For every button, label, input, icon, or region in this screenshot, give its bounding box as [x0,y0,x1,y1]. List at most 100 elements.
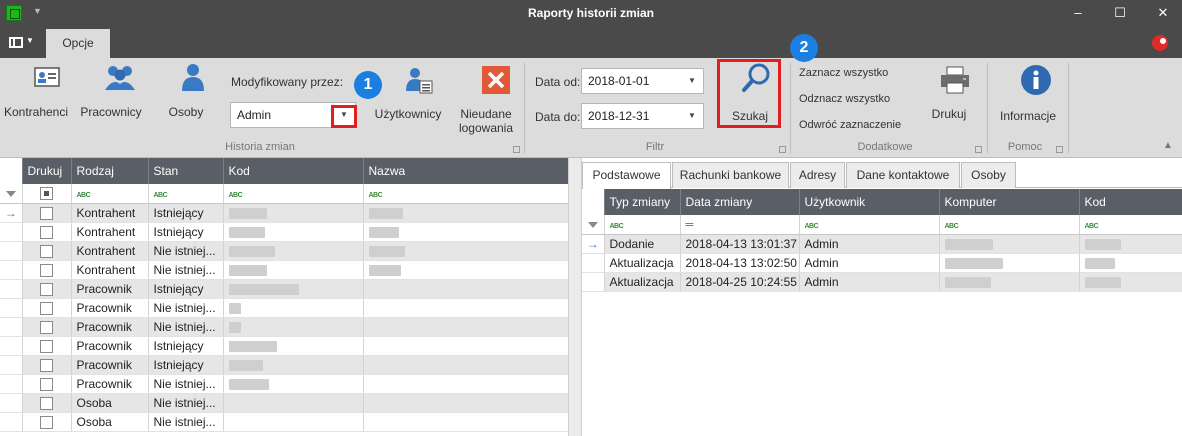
table-row[interactable]: Aktualizacja 2018-04-25 10:24:55 Admin [582,272,1182,292]
table-row[interactable]: Pracownik Istniejący [0,355,569,375]
row-indicator-header [0,158,23,184]
cell-rodzaj: Pracownik [71,336,149,356]
print-checkbox[interactable] [40,377,53,391]
tab-adresy[interactable]: Adresy [790,162,845,188]
osoby-label: Osoby [168,105,204,119]
print-checkbox[interactable] [40,415,53,429]
tab-opcje[interactable]: Opcje [46,29,110,58]
detail-tabs: Podstawowe Rachunki bankowe Adresy Dane … [582,162,1182,189]
left-grid: Drukuj Rodzaj Stan Kod Nazwa ABC ABC ABC… [0,158,569,432]
filter-kod[interactable]: ABC [1079,215,1182,235]
minimize-button[interactable]: – [1068,3,1088,23]
chevron-down-icon[interactable]: ▼ [685,104,699,128]
date-from-input[interactable]: 2018-01-01 ▼ [581,68,704,94]
cell-komputer [939,234,1080,254]
group-launcher-filtr[interactable] [779,146,786,153]
maximize-button[interactable]: ☐ [1110,3,1130,23]
print-checkbox[interactable] [40,244,53,258]
step-badge-2: 2 [790,34,818,62]
filter-nazwa[interactable]: ABC [363,184,569,204]
print-checkbox[interactable] [40,263,53,277]
drukuj-button[interactable]: Drukuj [922,66,976,121]
cell-rodzaj: Pracownik [71,298,149,318]
pracownicy-button[interactable]: Pracownicy [76,62,146,119]
cell-stan: Istniejący [148,222,224,242]
filter-rodzaj[interactable]: ABC [71,184,149,204]
filter-drukuj[interactable] [22,184,72,204]
col-header-drukuj[interactable]: Drukuj [22,158,72,184]
date-from-label: Data od: [535,75,581,89]
cell-kod [223,260,364,280]
col-header-kod[interactable]: Kod [223,158,364,184]
table-row[interactable]: Kontrahent Istniejący [0,222,569,242]
filter-stan[interactable]: ABC [148,184,224,204]
date-to-input[interactable]: 2018-12-31 ▼ [581,103,704,129]
group-label-historia: Historia zmian [225,141,295,153]
col-header-typ-zmiany[interactable]: Typ zmiany [604,189,681,215]
table-row[interactable]: Aktualizacja 2018-04-13 13:02:50 Admin [582,253,1182,273]
print-checkbox[interactable] [40,396,53,410]
uzytkownicy-button[interactable]: Użytkownicy [372,66,444,121]
panel-splitter[interactable] [568,158,582,436]
table-row[interactable]: Pracownik Istniejący [0,279,569,299]
col-header-kod[interactable]: Kod [1079,189,1182,215]
print-checkbox[interactable] [40,320,53,334]
nieudane-logowania-button[interactable]: Nieudane logowania [452,66,520,135]
filter-data[interactable]: ═ [680,215,800,235]
table-row[interactable]: → Kontrahent Istniejący [0,203,569,223]
cell-komputer [939,272,1080,292]
cell-kod [223,203,364,223]
osoby-button[interactable]: Osoby [160,62,212,119]
table-row[interactable]: Pracownik Nie istniej... [0,298,569,318]
table-row[interactable]: Kontrahent Nie istniej... [0,241,569,261]
print-checkbox[interactable] [40,358,53,372]
group-launcher-pomoc[interactable] [1056,146,1063,153]
print-checkbox[interactable] [40,301,53,315]
group-launcher-dodatkowe[interactable] [975,146,982,153]
tab-podstawowe[interactable]: Podstawowe [582,162,671,189]
cell-stan: Istniejący [148,355,224,375]
col-header-stan[interactable]: Stan [148,158,224,184]
invert-selection-button[interactable]: Odwróć zaznaczenie [799,119,901,131]
filter-kod[interactable]: ABC [223,184,364,204]
print-checkbox[interactable] [40,339,53,353]
collapse-ribbon-icon[interactable]: ▲ [1163,140,1173,151]
app-menu-button[interactable]: ▼ [6,35,34,51]
table-row[interactable]: Pracownik Nie istniej... [0,317,569,337]
drukuj-label: Drukuj [931,107,967,121]
tab-rachunki-bankowe[interactable]: Rachunki bankowe [672,162,789,188]
chevron-down-icon[interactable]: ▼ [685,69,699,93]
table-row[interactable]: Osoba Nie istniej... [0,393,569,413]
cell-user: Admin [799,234,940,254]
table-row[interactable]: Pracownik Nie istniej... [0,374,569,394]
pracownicy-label: Pracownicy [80,105,142,119]
col-header-komputer[interactable]: Komputer [939,189,1080,215]
print-checkbox[interactable] [40,225,53,239]
table-row[interactable]: Kontrahent Nie istniej... [0,260,569,280]
date-to-label: Data do: [535,110,581,124]
cell-nazwa [363,317,569,337]
table-row[interactable]: → Dodanie 2018-04-13 13:01:37 Admin [582,234,1182,254]
col-header-nazwa[interactable]: Nazwa [363,158,569,184]
close-button[interactable]: ✕ [1153,3,1173,23]
kontrahenci-button[interactable]: Kontrahenci [2,66,70,119]
date-to-value: 2018-12-31 [588,109,650,123]
cell-nazwa [363,203,569,223]
filter-user[interactable]: ABC [799,215,940,235]
modified-by-label: Modyfikowany przez: [231,75,344,89]
col-header-data-zmiany[interactable]: Data zmiany [680,189,800,215]
filter-typ[interactable]: ABC [604,215,681,235]
table-row[interactable]: Pracownik Istniejący [0,336,569,356]
deselect-all-button[interactable]: Odznacz wszystko [799,93,890,105]
col-header-uzytkownik[interactable]: Użytkownik [799,189,940,215]
table-row[interactable]: Osoba Nie istniej... [0,412,569,432]
group-launcher-historia[interactable] [513,146,520,153]
col-header-rodzaj[interactable]: Rodzaj [71,158,149,184]
tab-dane-kontaktowe[interactable]: Dane kontaktowe [846,162,960,188]
print-checkbox[interactable] [40,206,53,220]
select-all-button[interactable]: Zaznacz wszystko [799,67,888,79]
print-checkbox[interactable] [40,282,53,296]
tab-osoby[interactable]: Osoby [961,162,1016,188]
informacje-button[interactable]: Informacje [996,64,1060,123]
filter-komputer[interactable]: ABC [939,215,1080,235]
